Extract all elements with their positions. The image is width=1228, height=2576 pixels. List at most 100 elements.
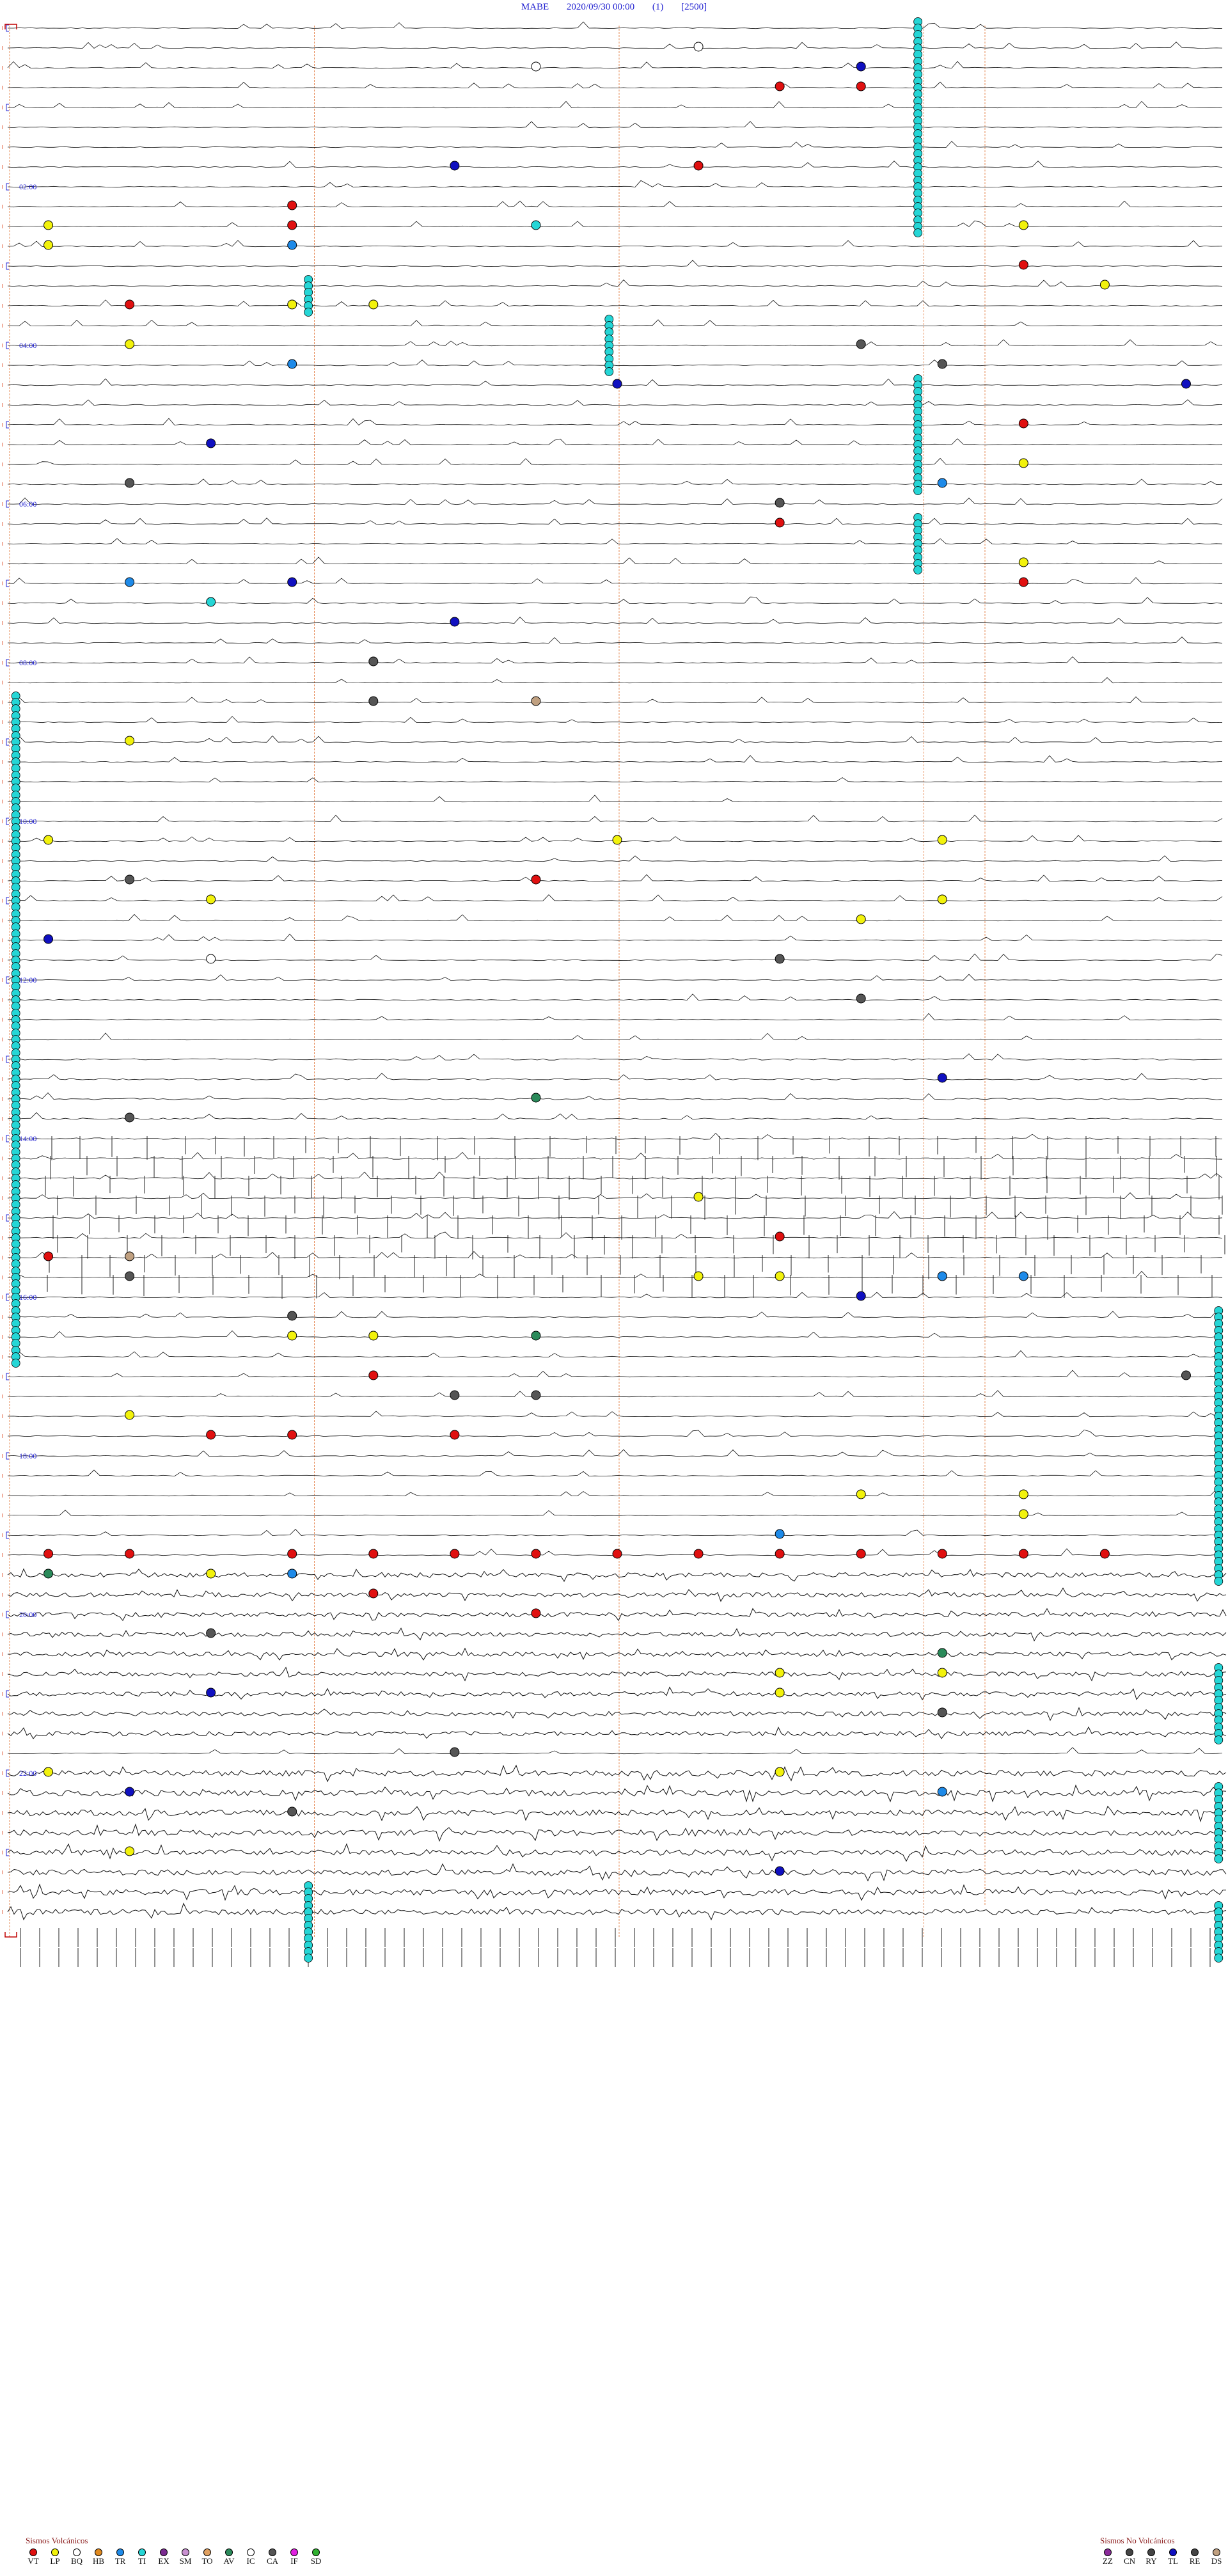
ti-event-dot — [913, 565, 923, 574]
seismic-trace — [7, 1350, 1223, 1358]
legend-label: IF — [290, 2556, 298, 2566]
legend-item-ic: IC — [243, 2548, 258, 2566]
event-dot-lp — [693, 1192, 704, 1202]
event-dot-lp — [937, 894, 947, 905]
event-dot-tl — [206, 438, 216, 448]
legend-swatch — [116, 2548, 124, 2556]
legend-swatch — [1147, 2548, 1155, 2556]
seismic-trace — [7, 1112, 1222, 1120]
seismic-trace — [7, 1784, 1227, 1803]
event-dot-tl — [450, 161, 460, 171]
seismic-trace — [7, 894, 1223, 902]
event-dot-vt — [450, 1549, 460, 1559]
event-dot-ti — [206, 597, 216, 607]
event-dot-tl — [937, 1073, 947, 1083]
event-dot-tr — [775, 1529, 785, 1539]
legend-label: SM — [179, 2556, 192, 2566]
seismic-trace — [7, 716, 1223, 723]
event-dot-ca — [368, 696, 379, 706]
seismic-trace — [7, 1231, 1223, 1239]
seismic-trace — [7, 42, 1223, 49]
legend-label: VT — [28, 2556, 39, 2566]
event-dot-lp — [43, 1767, 54, 1777]
seismic-trace — [7, 1510, 1223, 1517]
event-dot-vt — [775, 518, 785, 528]
seismic-trace — [7, 438, 1223, 446]
event-dot-vt — [531, 1549, 541, 1559]
seismic-trace — [7, 1747, 1223, 1755]
event-dot-lp — [1018, 1509, 1028, 1519]
volcanic-legend: Sismos Volcánicos VT LP BQ HB TR TI EX SM TO AV IC… — [26, 2536, 324, 2566]
seismic-trace — [7, 677, 1222, 684]
event-dot-lp — [43, 835, 54, 845]
volcanic-legend-title: Sismos Volcánicos — [26, 2536, 88, 2545]
event-dot-lp — [206, 1569, 216, 1579]
seismic-trace — [7, 518, 1223, 525]
event-dot-ca — [450, 1390, 460, 1400]
hour-label: 02:00 — [19, 182, 36, 191]
event-dot-vt — [43, 1549, 54, 1559]
event-dot-tl — [856, 1291, 866, 1301]
event-dot-vt — [775, 1549, 785, 1559]
legend-swatch — [269, 2548, 276, 2556]
ti-event-dot — [304, 308, 313, 317]
legend-label: TR — [114, 2556, 126, 2566]
event-dot-vt — [368, 1370, 379, 1380]
event-dot-vt — [287, 1549, 297, 1559]
legend-label: BQ — [70, 2556, 83, 2566]
seismic-trace — [8, 636, 1223, 644]
event-dot-ca — [1181, 1370, 1191, 1380]
seismic-trace — [7, 538, 1223, 545]
ti-event-dot — [604, 367, 614, 376]
seismic-trace — [7, 1251, 1223, 1259]
event-dot-lp — [937, 835, 947, 845]
event-dot-lp — [856, 1489, 866, 1499]
legend-label: SD — [310, 2556, 322, 2566]
event-dot-ca — [775, 498, 785, 508]
ti-event-dot — [1214, 1577, 1224, 1586]
legend-item-ti: TI — [134, 2548, 150, 2566]
legend-swatch — [29, 2548, 37, 2556]
event-dot-tl — [450, 617, 460, 627]
legend-swatch — [203, 2548, 211, 2556]
event-dot-ca — [856, 993, 866, 1004]
event-dot-vt — [450, 1430, 460, 1440]
seismic-trace — [7, 220, 1223, 228]
legend-item-ry: RY — [1144, 2548, 1159, 2566]
legend-label: TI — [138, 2556, 146, 2566]
event-dot-lp — [1018, 458, 1028, 468]
legend-swatch — [247, 2548, 255, 2556]
legend-label: CA — [266, 2556, 279, 2566]
seismic-trace — [7, 794, 1223, 803]
seismic-trace — [7, 656, 1223, 664]
event-dot-lp — [775, 1668, 785, 1678]
ti-event-dot — [1214, 1735, 1224, 1744]
event-dot-lp — [125, 1846, 135, 1856]
event-dot-lp — [125, 339, 135, 349]
seismic-trace — [7, 596, 1223, 604]
legend-label: CN — [1123, 2556, 1136, 2566]
nonvolcanic-legend-title: Sismos No Volcánicos — [1100, 2536, 1175, 2545]
event-dot-vt — [693, 161, 704, 171]
legend-label: ZZ — [1103, 2556, 1113, 2566]
legend-swatch — [1169, 2548, 1177, 2556]
seismic-trace — [7, 1666, 1227, 1682]
seismic-trace — [7, 1469, 1223, 1477]
event-dot-lp — [368, 299, 379, 310]
legend-swatch — [138, 2548, 146, 2556]
seismic-trace — [7, 1370, 1223, 1378]
event-dot-av — [937, 1648, 947, 1658]
ti-event-dot — [304, 1954, 313, 1963]
hour-label: 20:00 — [19, 1610, 36, 1619]
seismic-trace — [7, 200, 1223, 208]
seismic-trace — [7, 1627, 1227, 1642]
event-dot-tl — [206, 1687, 216, 1698]
legend-swatch — [160, 2548, 168, 2556]
legend-label: IC — [246, 2556, 255, 2566]
event-dot-lp — [1018, 557, 1028, 567]
seismic-trace — [7, 1587, 1227, 1602]
legend-swatch — [51, 2548, 59, 2556]
legend-label: HB — [92, 2556, 105, 2566]
seismic-trace — [7, 180, 1223, 188]
legend-item-lp: LP — [47, 2548, 63, 2566]
